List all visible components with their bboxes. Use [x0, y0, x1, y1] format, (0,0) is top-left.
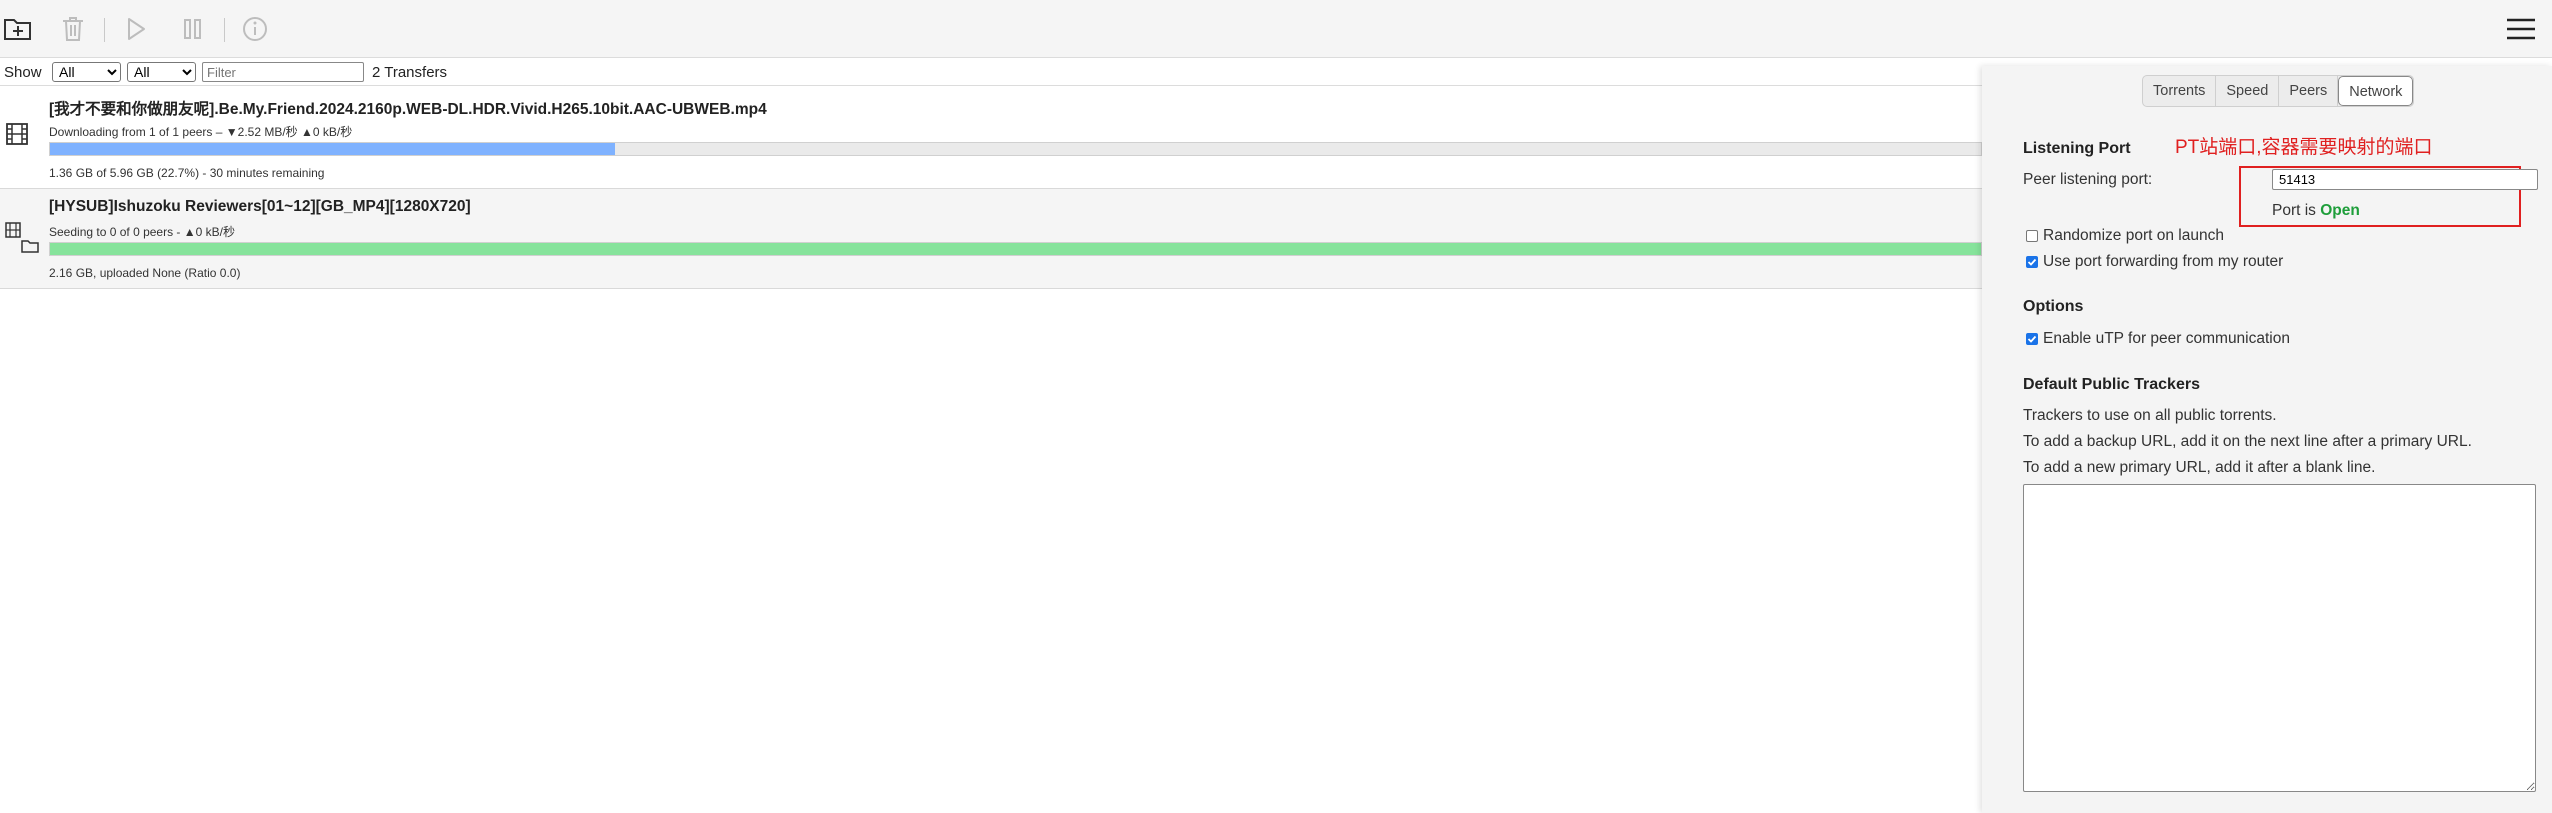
remove-torrent-button[interactable]	[55, 12, 91, 46]
port-status-prefix: Port is	[2272, 202, 2316, 219]
play-icon	[128, 18, 145, 40]
hamburger-menu-icon	[2507, 18, 2535, 40]
utp-label: Enable uTP for peer communication	[2043, 330, 2290, 347]
tab-network[interactable]: Network	[2338, 76, 2414, 106]
filter-input[interactable]	[202, 62, 364, 82]
tab-speed[interactable]: Speed	[2216, 76, 2280, 106]
toolbar-divider	[224, 18, 225, 42]
tab-torrents[interactable]: Torrents	[2143, 76, 2217, 106]
torrent-progress-text: 1.36 GB of 5.96 GB (22.7%) - 30 minutes …	[49, 166, 325, 180]
randomize-port-checkbox[interactable]: Randomize port on launch	[2026, 227, 2224, 245]
trackers-help-line: Trackers to use on all public torrents.	[2023, 407, 2277, 424]
default-trackers-title: Default Public Trackers	[2023, 376, 2200, 393]
port-status: Port is Open	[2272, 202, 2360, 220]
options-title: Options	[2023, 298, 2084, 315]
utp-checkbox[interactable]: Enable uTP for peer communication	[2026, 330, 2290, 348]
pause-icon	[184, 19, 201, 39]
inspector-panel: Torrents Speed Peers Network PT站端口,容器需要映…	[1982, 66, 2552, 813]
inspector-button[interactable]	[237, 12, 273, 46]
progress-bar-fill	[50, 143, 615, 155]
main-menu-button[interactable]	[2503, 12, 2539, 46]
checkbox-box[interactable]	[2026, 256, 2038, 268]
randomize-port-label: Randomize port on launch	[2043, 227, 2224, 244]
port-status-value: Open	[2320, 202, 2360, 219]
trackers-help-line: To add a new primary URL, add it after a…	[2023, 459, 2376, 476]
torrent-name: [HYSUB]Ishuzoku Reviewers[01~12][GB_MP4]…	[49, 198, 471, 215]
film-icon	[5, 122, 29, 151]
trash-icon	[63, 17, 83, 41]
state-filter-select[interactable]: All	[52, 62, 121, 82]
listening-port-title: Listening Port	[2023, 140, 2131, 157]
default-trackers-textarea[interactable]	[2023, 484, 2536, 792]
film-folder-icon	[4, 221, 40, 266]
progress-bar-fill	[50, 243, 1981, 255]
port-forwarding-checkbox[interactable]: Use port forwarding from my router	[2026, 253, 2283, 271]
progress-bar	[49, 242, 1982, 256]
folder-plus-icon	[4, 19, 31, 40]
progress-bar	[49, 142, 1982, 156]
info-icon	[243, 17, 267, 41]
checkbox-box[interactable]	[2026, 230, 2038, 242]
add-torrent-button[interactable]	[0, 12, 36, 46]
transfer-count: 2 Transfers	[372, 64, 448, 81]
peer-port-label: Peer listening port:	[2023, 171, 2153, 188]
checkbox-box[interactable]	[2026, 333, 2038, 345]
pause-torrent-button[interactable]	[175, 12, 211, 46]
torrent-peers: Downloading from 1 of 1 peers – ▼2.52 MB…	[49, 125, 353, 139]
toolbar	[0, 0, 2552, 58]
torrent-peers: Seeding to 0 of 0 peers - ▲0 kB/秒	[49, 225, 235, 239]
port-forwarding-label: Use port forwarding from my router	[2043, 253, 2284, 270]
toolbar-divider	[104, 18, 105, 42]
show-label: Show	[4, 64, 42, 81]
tab-peers[interactable]: Peers	[2279, 76, 2339, 106]
start-torrent-button[interactable]	[118, 12, 154, 46]
peer-port-input[interactable]	[2272, 169, 2538, 190]
tracker-filter-select[interactable]: All	[127, 62, 196, 82]
torrent-name: [我才不要和你做朋友呢].Be.My.Friend.2024.2160p.WEB…	[49, 101, 767, 118]
trackers-help-line: To add a backup URL, add it on the next …	[2023, 433, 2472, 450]
inspector-tabs: Torrents Speed Peers Network	[2142, 75, 2415, 107]
annotation-note: PT站端口,容器需要映射的端口	[2175, 137, 2433, 158]
torrent-progress-text: 2.16 GB, uploaded None (Ratio 0.0)	[49, 266, 241, 280]
